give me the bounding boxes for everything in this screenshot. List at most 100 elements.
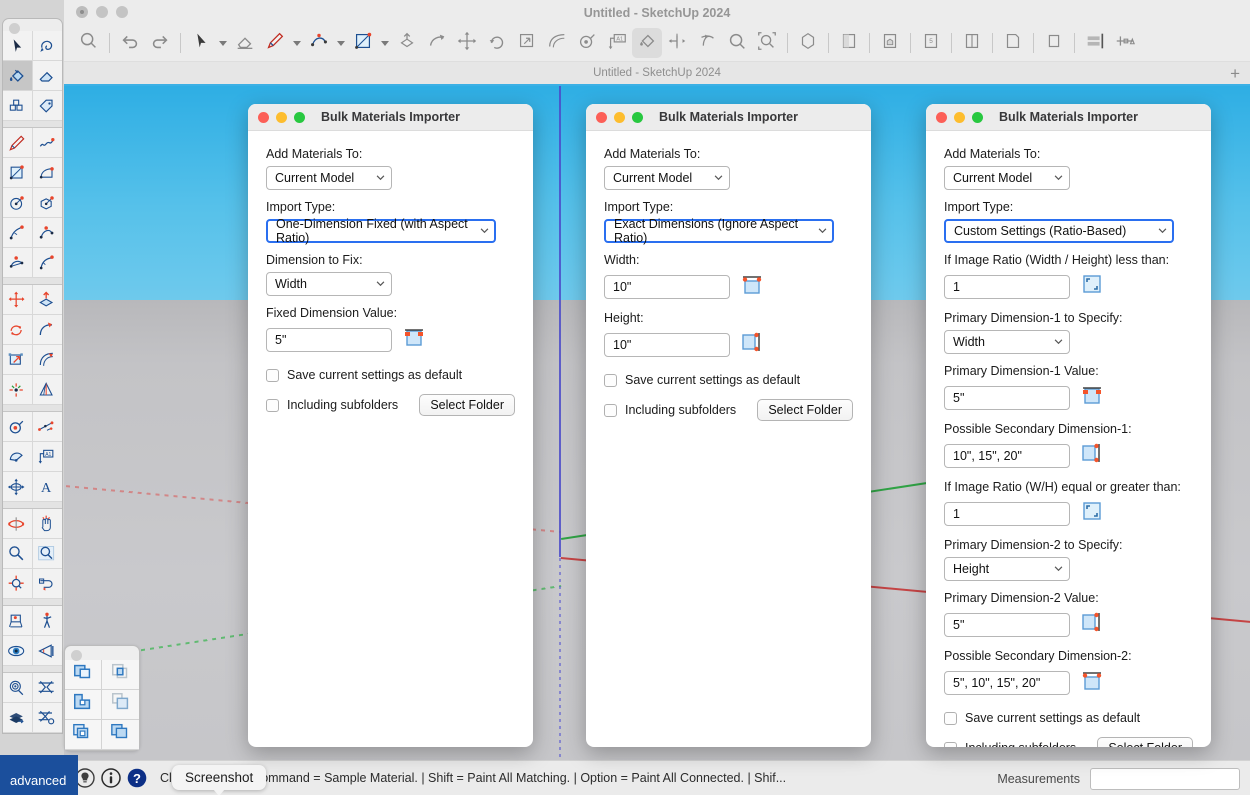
dialog-close-button[interactable] <box>936 112 947 123</box>
including-subfolders-checkbox[interactable] <box>266 399 279 412</box>
tool-arc-3point[interactable] <box>33 218 62 248</box>
tool-paint-bucket-tool[interactable] <box>3 61 33 91</box>
tool-tag[interactable] <box>33 91 62 121</box>
toolbar-select-arrow-dropdown[interactable] <box>216 28 230 58</box>
toolbar-arc-button[interactable] <box>304 28 334 58</box>
tool-previous-view[interactable] <box>33 569 62 599</box>
dialog-minimize-button[interactable] <box>614 112 625 123</box>
tool-solid-outer-shell[interactable] <box>102 720 139 750</box>
tool-zoom-window[interactable] <box>33 539 62 569</box>
dialog-traffic-lights[interactable] <box>936 112 983 123</box>
window-close-button[interactable] <box>76 6 88 18</box>
tool-solid-intersect[interactable] <box>102 660 139 690</box>
toolbar-zoom-extents-button[interactable] <box>752 28 782 58</box>
tool-protractor[interactable] <box>3 442 33 472</box>
toolbar-view-front-button[interactable] <box>834 28 864 58</box>
toolbar-view-top-button[interactable]: 5 <box>916 28 946 58</box>
toolbar-pushpull-button[interactable] <box>392 28 422 58</box>
help-icon[interactable]: ? <box>126 767 148 789</box>
tool-rotate-tool[interactable] <box>3 315 33 345</box>
tool-3d-text[interactable]: A <box>33 472 62 502</box>
tool-select-tool[interactable] <box>3 31 33 61</box>
including-subfolders-checkbox[interactable] <box>944 742 957 748</box>
input-fixed-dimension-value[interactable]: 5" <box>266 328 392 352</box>
toolbar-zoom-button[interactable] <box>722 28 752 58</box>
select-value[interactable]: Current Model <box>266 166 392 190</box>
info-icon[interactable] <box>100 767 122 789</box>
tool-arc-tool[interactable] <box>33 248 62 278</box>
dialog-close-button[interactable] <box>258 112 269 123</box>
tool-tape-measure-tool[interactable] <box>3 412 33 442</box>
toolbar-eraser-button[interactable] <box>230 28 260 58</box>
tool-rotated-rectangle[interactable] <box>33 158 62 188</box>
window-minimize-button[interactable] <box>96 6 108 18</box>
toolbar-arc-dropdown[interactable] <box>334 28 348 58</box>
input-primary-dimension-1-value[interactable]: 5" <box>944 386 1070 410</box>
tool-solid-subtract[interactable] <box>65 690 102 720</box>
tool-text-tool[interactable]: A1 <box>33 442 62 472</box>
tool-field-of-view[interactable] <box>33 636 62 666</box>
subfolders-checkbox-row[interactable]: Including subfolders <box>604 403 736 417</box>
tool-eraser-tool[interactable] <box>33 61 62 91</box>
save-default-checkbox-row[interactable]: Save current settings as default <box>266 368 515 382</box>
tool-circle-tool[interactable] <box>3 188 33 218</box>
subfolders-checkbox-row[interactable]: Including subfolders <box>944 741 1076 747</box>
save-default-checkbox[interactable] <box>266 369 279 382</box>
document-tab-label[interactable]: Untitled - SketchUp 2024 <box>593 67 721 79</box>
save-default-checkbox-row[interactable]: Save current settings as default <box>604 373 853 387</box>
tool-solid-union[interactable] <box>65 660 102 690</box>
toolbar-pencil-line-button[interactable] <box>260 28 290 58</box>
select-primary-dimension-2-to-specify[interactable]: Height <box>944 557 1070 581</box>
dialog-minimize-button[interactable] <box>954 112 965 123</box>
document-tab-bar[interactable]: Untitled - SketchUp 2024 + <box>64 62 1250 86</box>
toolbar-paint-bucket-button[interactable] <box>632 28 662 58</box>
new-tab-button[interactable]: + <box>1230 65 1240 82</box>
toolbar-search-button[interactable] <box>74 28 104 58</box>
toolbar-rectangle-dropdown[interactable] <box>378 28 392 58</box>
tool-make-component[interactable] <box>3 91 33 121</box>
toolbar-follow-me-button[interactable] <box>422 28 452 58</box>
tool-polygon-tool[interactable] <box>33 188 62 218</box>
save-default-checkbox[interactable] <box>604 374 617 387</box>
measurements-area[interactable]: Measurements <box>997 761 1250 795</box>
toolbar-layers-button[interactable] <box>1080 28 1110 58</box>
dialog-close-button[interactable] <box>596 112 607 123</box>
tool-pie[interactable] <box>3 248 33 278</box>
toolbar-model-info-button[interactable] <box>793 28 823 58</box>
toolbar-tape-measure-button[interactable] <box>572 28 602 58</box>
tool-solid-split[interactable] <box>65 720 102 750</box>
tool-sandbox-from-scratch[interactable] <box>33 673 62 703</box>
tool-orbit-tool[interactable] <box>3 509 33 539</box>
select-import-type[interactable]: Custom Settings (Ratio-Based) <box>944 219 1174 243</box>
tool-offset-tool[interactable] <box>33 345 62 375</box>
dock-app-item[interactable]: advanced <box>0 755 78 795</box>
bulk-materials-importer-dialog[interactable]: Bulk Materials ImporterAdd Materials To:… <box>248 104 533 747</box>
toolbar-style-button[interactable] <box>1110 28 1140 58</box>
input-if-image-ratio-width-height-less-than[interactable]: 1 <box>944 275 1070 299</box>
tool-arc-2point[interactable] <box>3 218 33 248</box>
select-folder-button[interactable]: Select Folder <box>1097 737 1193 747</box>
including-subfolders-checkbox[interactable] <box>604 404 617 417</box>
select-value[interactable]: Current Model <box>604 166 730 190</box>
select-add-materials-to[interactable]: Current Model <box>604 166 730 190</box>
dialog-traffic-lights[interactable] <box>596 112 643 123</box>
select-value[interactable]: Width <box>944 330 1070 354</box>
tool-sandbox-drape[interactable] <box>3 703 33 733</box>
dialog-traffic-lights[interactable] <box>258 112 305 123</box>
save-default-checkbox[interactable] <box>944 712 957 725</box>
toolbar-view-right-button[interactable] <box>957 28 987 58</box>
tool-pencil-tool[interactable] <box>3 128 33 158</box>
select-value[interactable]: Custom Settings (Ratio-Based) <box>944 219 1174 243</box>
toolbar-pencil-line-dropdown[interactable] <box>290 28 304 58</box>
select-import-type[interactable]: One-Dimension Fixed (with Aspect Ratio) <box>266 219 496 243</box>
select-value[interactable]: Width <box>266 272 392 296</box>
tool-sandbox-from-contours[interactable] <box>3 673 33 703</box>
select-value[interactable]: One-Dimension Fixed (with Aspect Ratio) <box>266 219 496 243</box>
toolbar-redo-button[interactable] <box>145 28 175 58</box>
dialog-zoom-button[interactable] <box>972 112 983 123</box>
select-value[interactable]: Exact Dimensions (Ignore Aspect Ratio) <box>604 219 834 243</box>
toolbar-rectangle-button[interactable] <box>348 28 378 58</box>
tool-pushpull-tool[interactable] <box>33 285 62 315</box>
tool-look-around[interactable] <box>3 636 33 666</box>
window-zoom-button[interactable] <box>116 6 128 18</box>
